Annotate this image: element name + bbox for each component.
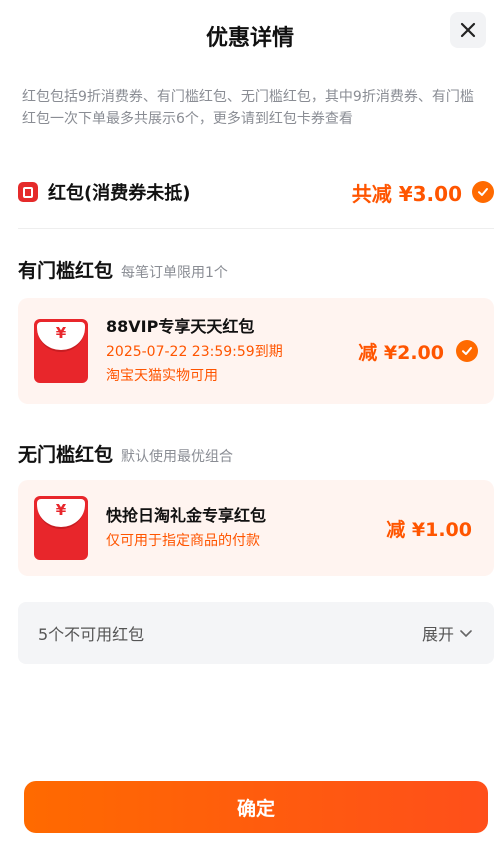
card-amount: 减 ¥1.00 xyxy=(386,518,472,541)
red-packet-icon: ¥ xyxy=(34,496,88,560)
close-icon xyxy=(460,22,476,38)
section-title: 无门槛红包 xyxy=(18,444,114,466)
total-label: 红包(消费券未抵) xyxy=(48,183,191,204)
red-packet-card-rita[interactable]: ¥ 快抢日淘礼金专享红包 仅可用于指定商品的付款 减 ¥1.00 xyxy=(18,480,494,576)
expand-toggle[interactable]: 展开 xyxy=(422,621,474,645)
card-scope: 仅可用于指定商品的付款 xyxy=(106,533,260,549)
red-packet-icon: ¥ xyxy=(34,319,88,383)
page-title: 优惠详情 xyxy=(205,26,294,51)
card-scope: 淘宝天猫实物可用 xyxy=(106,368,218,384)
description-text: 红包包括9折消费券、有门槛红包、无门槛红包，其中9折消费券、有门槛红包一次下单最… xyxy=(22,89,474,127)
section-no-threshold: 无门槛红包 默认使用最优组合 xyxy=(18,440,233,467)
card-name: 88VIP专享天天红包 xyxy=(106,317,255,336)
unavailable-label: 5个不可用红包 xyxy=(38,625,145,644)
card-amount: 减 ¥2.00 xyxy=(358,341,444,364)
red-packet-icon xyxy=(18,182,38,202)
expand-label: 展开 xyxy=(421,625,454,644)
header: 优惠详情 xyxy=(0,0,500,72)
red-packet-card-88vip[interactable]: ¥ 88VIP专享天天红包 2025-07-22 23:59:59到期 淘宝天猫… xyxy=(18,298,494,404)
section-note: 每笔订单限用1个 xyxy=(121,265,228,281)
check-icon[interactable] xyxy=(472,181,494,203)
confirm-button[interactable]: 确定 xyxy=(24,781,488,833)
divider xyxy=(18,228,494,229)
section-threshold: 有门槛红包 每笔订单限用1个 xyxy=(18,256,228,283)
unavailable-packets-row[interactable]: 5个不可用红包 展开 xyxy=(18,602,494,664)
check-icon[interactable] xyxy=(456,340,478,362)
card-name: 快抢日淘礼金专享红包 xyxy=(106,506,267,525)
close-button[interactable] xyxy=(450,12,486,48)
total-amount: 共减 ¥3.00 xyxy=(351,181,462,206)
section-note: 默认使用最优组合 xyxy=(121,449,234,465)
section-title: 有门槛红包 xyxy=(18,260,114,282)
card-expiry: 2025-07-22 23:59:59到期 xyxy=(106,344,283,360)
red-packet-total-row: 红包(消费券未抵) 共减 ¥3.00 xyxy=(18,172,494,212)
chevron-down-icon xyxy=(460,630,472,637)
